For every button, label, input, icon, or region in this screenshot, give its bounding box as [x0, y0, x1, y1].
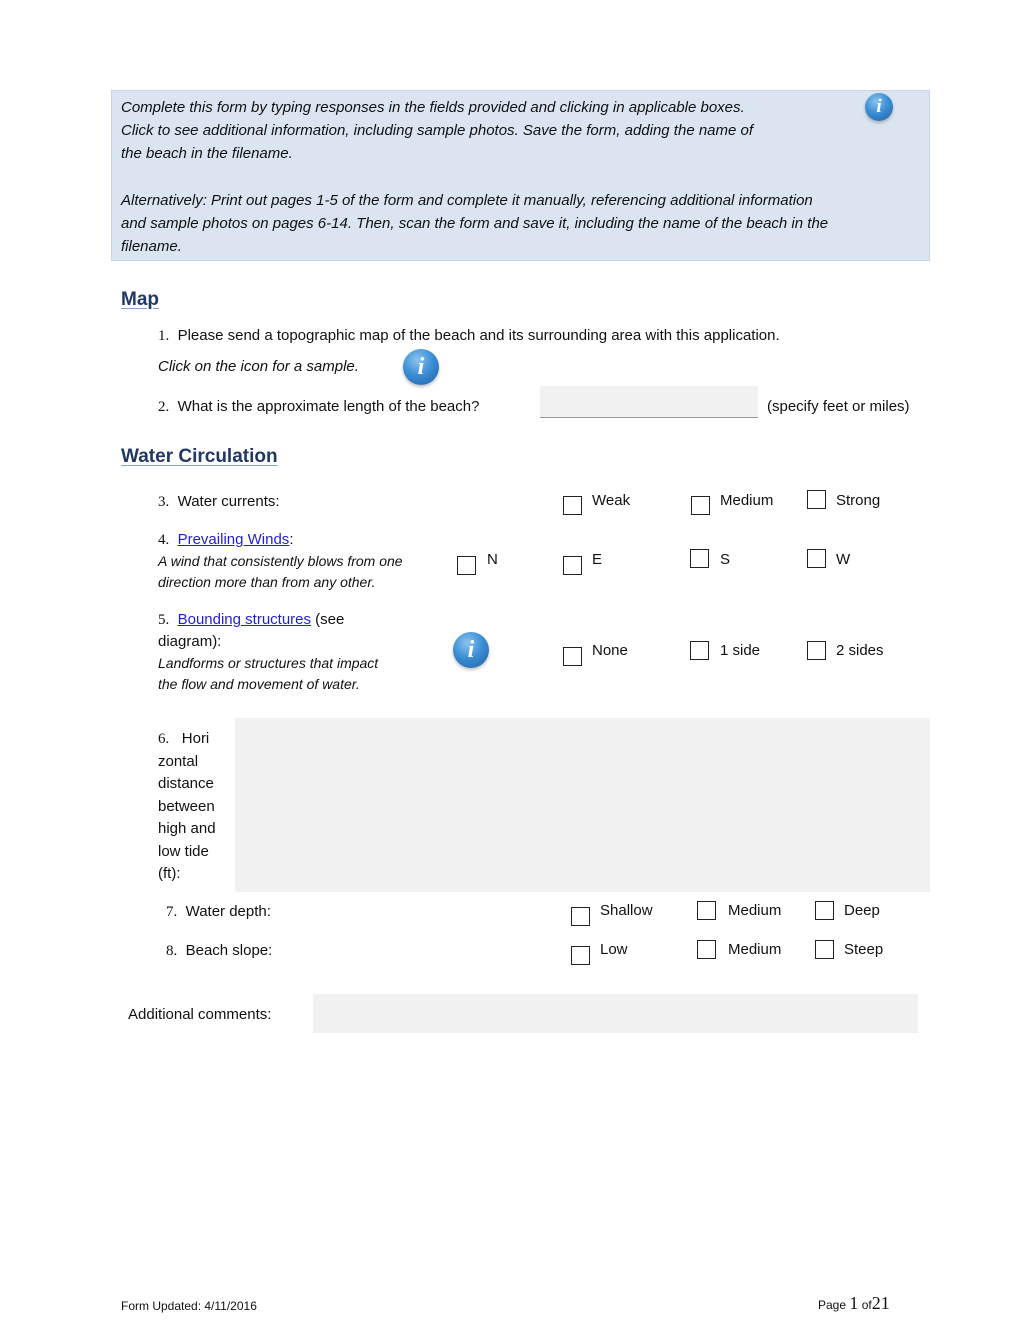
option-label: Weak: [592, 492, 631, 509]
question-text: (see: [311, 611, 345, 628]
option-label: 1 side: [720, 642, 761, 659]
instructions-line: Click to see additional information, inc…: [121, 122, 754, 139]
option-label: Medium: [728, 902, 782, 919]
checkbox-depth-shallow[interactable]: [571, 907, 590, 926]
instructions-para1: Complete this form by typing responses i…: [121, 96, 753, 165]
checkbox-bounding-2-sides[interactable]: [807, 641, 826, 660]
question-number: 6.: [158, 731, 170, 747]
question-6-label: 6. Hori zontal distance between high and…: [158, 728, 233, 886]
question-3: 3. Water currents:: [158, 491, 280, 513]
checkbox-winds-w[interactable]: [807, 549, 826, 568]
question-number: 1.: [158, 328, 170, 344]
note-line: A wind that consistently blows from one: [158, 553, 403, 569]
option-label: Medium: [720, 492, 774, 509]
tide-distance-input[interactable]: [235, 718, 930, 892]
question-text: (ft):: [158, 865, 181, 882]
question-text: high and: [158, 820, 216, 837]
question-5: 5. Bounding structures (see: [158, 609, 344, 631]
additional-comments-label: Additional comments:: [128, 1006, 272, 1023]
question-number: 5.: [158, 612, 170, 628]
checkbox-bounding-1-side[interactable]: [690, 641, 709, 660]
question-7: 7. Water depth:: [166, 901, 271, 923]
of-word: of: [861, 1298, 872, 1312]
question-text: Beach slope:: [185, 942, 273, 959]
question-4-note: A wind that consistently blows from one …: [158, 551, 403, 593]
question-number: 8.: [166, 943, 178, 959]
bounding-structures-link[interactable]: Bounding structures: [178, 611, 311, 628]
question-8: 8. Beach slope:: [166, 940, 272, 962]
question-text: between: [158, 797, 215, 815]
checkbox-slope-steep[interactable]: [815, 940, 834, 959]
prevailing-winds-link[interactable]: Prevailing Winds: [178, 531, 290, 548]
info-icon[interactable]: i: [865, 93, 893, 121]
question-1: 1. Please send a topographic map of the …: [158, 325, 780, 347]
question-text: Water depth:: [185, 903, 271, 920]
question-text: low tide: [158, 842, 209, 860]
question-number: 3.: [158, 494, 170, 510]
question-text: Hori: [181, 730, 210, 747]
question-2: 2. What is the approximate length of the…: [158, 396, 479, 418]
question-number: 7.: [166, 904, 178, 920]
option-label: Deep: [844, 902, 880, 919]
question-number: 2.: [158, 399, 170, 415]
checkbox-winds-n[interactable]: [457, 556, 476, 575]
option-label: None: [592, 642, 628, 659]
page-word: Page: [818, 1298, 847, 1312]
page-indicator: Page 1 of21: [818, 1293, 890, 1314]
info-icon[interactable]: i: [453, 632, 489, 668]
option-label: E: [592, 551, 603, 568]
instructions-line: and sample photos on pages 6-14. Then, s…: [121, 215, 829, 232]
note-line: direction more than from any other.: [158, 574, 376, 590]
note-line: the flow and movement of water.: [158, 676, 360, 692]
checkbox-currents-medium[interactable]: [691, 496, 710, 515]
option-label: Shallow: [600, 902, 653, 919]
additional-comments-input[interactable]: [313, 994, 918, 1033]
checkbox-currents-weak[interactable]: [563, 496, 582, 515]
checkbox-winds-s[interactable]: [690, 549, 709, 568]
question-text: Water currents:: [177, 493, 280, 510]
note-line: Landforms or structures that impact: [158, 655, 379, 671]
question-4: 4. Prevailing Winds:: [158, 529, 293, 551]
option-label: W: [836, 551, 851, 568]
instructions-line: Alternatively: Print out pages 1-5 of th…: [121, 192, 813, 209]
instructions-line: the beach in the filename.: [121, 145, 293, 162]
checkbox-slope-medium[interactable]: [697, 940, 716, 959]
section-heading-map: Map: [121, 289, 159, 310]
info-icon[interactable]: i: [403, 349, 439, 385]
option-label: Steep: [844, 941, 884, 958]
checkbox-winds-e[interactable]: [563, 556, 582, 575]
instructions-line: filename.: [121, 238, 182, 255]
question-1-note: Click on the icon for a sample.: [158, 358, 359, 375]
option-label: Low: [600, 941, 628, 958]
option-label: 2 sides: [836, 642, 884, 659]
checkbox-currents-strong[interactable]: [807, 490, 826, 509]
question-5-line2: diagram):: [158, 633, 222, 650]
beach-length-unit-hint: (specify feet or miles): [767, 398, 910, 415]
question-text: zontal: [158, 752, 199, 770]
page-current: 1: [849, 1293, 859, 1313]
instructions-line: Complete this form by typing responses i…: [121, 99, 745, 116]
checkbox-slope-low[interactable]: [571, 946, 590, 965]
checkbox-bounding-none[interactable]: [563, 647, 582, 666]
question-text: What is the approximate length of the be…: [177, 398, 480, 415]
question-number: 4.: [158, 532, 170, 548]
question-text: distance: [158, 775, 214, 792]
checkbox-depth-medium[interactable]: [697, 901, 716, 920]
option-label: N: [487, 551, 498, 568]
page-total: 21: [871, 1293, 890, 1313]
question-text: :: [289, 531, 294, 548]
question-text: Please send a topographic map of the bea…: [177, 327, 780, 344]
question-5-note: Landforms or structures that impact the …: [158, 653, 378, 695]
instructions-para2: Alternatively: Print out pages 1-5 of th…: [121, 189, 828, 258]
option-label: Strong: [836, 492, 881, 509]
beach-length-input[interactable]: [540, 386, 758, 418]
checkbox-depth-deep[interactable]: [815, 901, 834, 920]
form-updated-date: Form Updated: 4/11/2016: [121, 1299, 257, 1313]
option-label: S: [720, 551, 731, 568]
section-heading-water-circulation: Water Circulation: [121, 446, 278, 467]
option-label: Medium: [728, 941, 782, 958]
